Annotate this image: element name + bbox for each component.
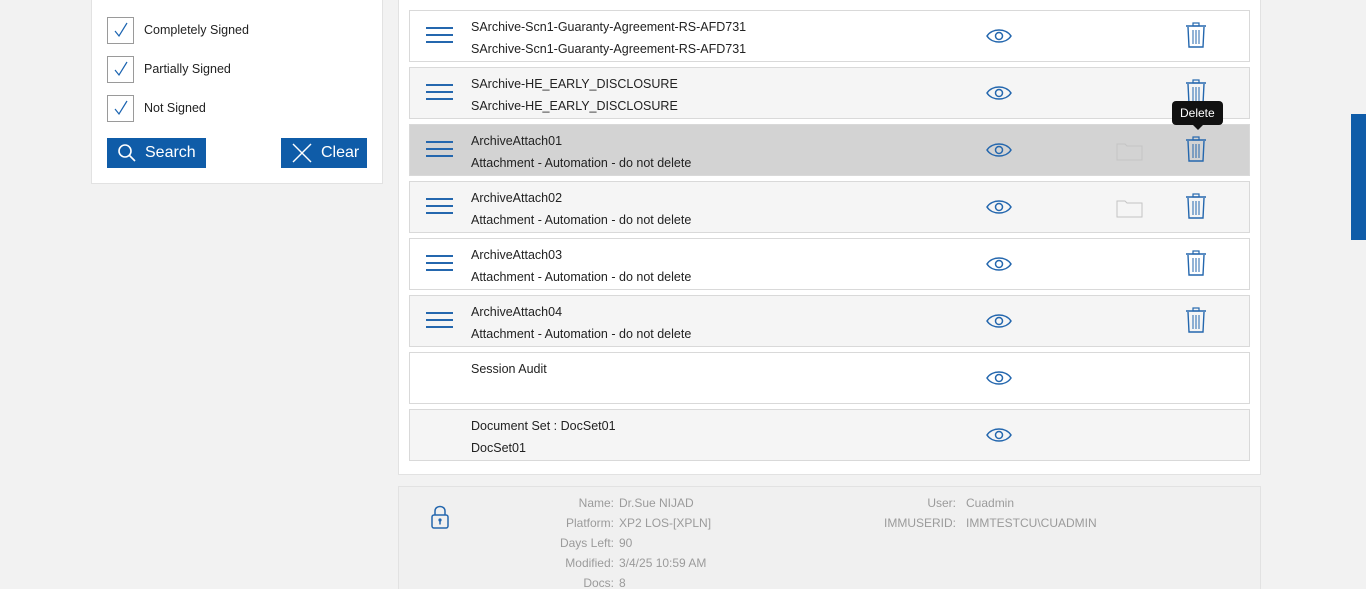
document-title: SArchive-Scn1-Guaranty-Agreement-RS-AFD7… [471,20,747,34]
document-row[interactable]: Document Set : DocSet01 DocSet01 [409,409,1250,461]
document-row[interactable]: ArchiveAttach02 Attachment - Automation … [409,181,1250,233]
document-description: Attachment - Automation - do not delete [471,156,692,170]
drag-handle-icon[interactable] [426,84,453,102]
document-description: SArchive-HE_EARLY_DISCLOSURE [471,99,678,113]
name-value: Dr.Sue NIJAD [619,496,694,510]
filter-partially-signed[interactable]: Partially Signed [107,55,231,83]
document-title: SArchive-HE_EARLY_DISCLOSURE [471,77,678,91]
search-button[interactable]: Search [107,138,206,168]
side-panel-tab[interactable] [1351,114,1366,240]
page: Completely Signed Partially Signed Not S… [0,0,1366,589]
drag-handle-icon[interactable] [426,141,453,159]
check-icon [114,61,128,77]
user-label: User: [927,496,956,510]
drag-handle-icon[interactable] [426,312,453,330]
eye-icon[interactable] [986,141,1012,159]
check-icon [114,22,128,38]
docs-value: 8 [619,576,626,589]
eye-icon[interactable] [986,369,1012,387]
signature-filter-panel: Completely Signed Partially Signed Not S… [91,0,383,184]
folder-icon[interactable] [1116,141,1143,161]
document-title: Session Audit [471,362,547,376]
folder-icon[interactable] [1116,198,1143,218]
document-list: SArchive-Scn1-Guaranty-Agreement-RS-AFD7… [398,0,1261,475]
trash-icon[interactable] [1185,22,1207,48]
drag-handle-icon[interactable] [426,27,453,45]
document-description: Attachment - Automation - do not delete [471,213,692,227]
search-button-label: Search [145,144,196,161]
immuserid-label: IMMUSERID: [884,516,956,530]
document-title: ArchiveAttach04 [471,305,563,319]
eye-icon[interactable] [986,198,1012,216]
days-left-value: 90 [619,536,633,550]
document-row[interactable]: ArchiveAttach04 Attachment - Automation … [409,295,1250,347]
checkbox-not-signed[interactable] [107,94,134,122]
filter-label: Not Signed [144,101,206,115]
document-row[interactable]: ArchiveAttach01 Attachment - Automation … [409,124,1250,176]
name-label: Name: [578,496,614,510]
document-title: ArchiveAttach01 [471,134,563,148]
session-info-panel: Name: Dr.Sue NIJAD Platform: XP2 LOS-[XP… [398,486,1261,589]
trash-icon[interactable] [1185,193,1207,219]
clear-button-label: Clear [321,144,360,161]
document-row[interactable]: SArchive-Scn1-Guaranty-Agreement-RS-AFD7… [409,10,1250,62]
immuserid-value: IMMTESTCU\CUADMIN [966,516,1097,530]
drag-handle-icon[interactable] [426,255,453,273]
eye-icon[interactable] [986,27,1012,45]
document-title: Document Set : DocSet01 [471,419,616,433]
document-title: ArchiveAttach02 [471,191,563,205]
document-row[interactable]: ArchiveAttach03 Attachment - Automation … [409,238,1250,290]
platform-value: XP2 LOS-[XPLN] [619,516,712,530]
trash-icon[interactable] [1185,250,1207,276]
document-description: Attachment - Automation - do not delete [471,327,692,341]
filter-label: Completely Signed [144,23,249,37]
checkbox-completely-signed[interactable] [107,16,134,44]
document-description: DocSet01 [471,441,526,455]
filter-completely-signed[interactable]: Completely Signed [107,16,249,44]
document-title: ArchiveAttach03 [471,248,563,262]
checkbox-partially-signed[interactable] [107,55,134,83]
platform-label: Platform: [565,516,614,530]
close-icon [292,143,312,163]
document-description: Attachment - Automation - do not delete [471,270,692,284]
document-description: SArchive-Scn1-Guaranty-Agreement-RS-AFD7… [471,42,747,56]
drag-handle-icon[interactable] [426,198,453,216]
delete-tooltip: Delete [1172,101,1223,130]
document-row[interactable]: Session Audit [409,352,1250,404]
lock-icon[interactable] [430,504,450,530]
days-left-label: Days Left: [559,536,614,550]
clear-button[interactable]: Clear [281,138,367,168]
modified-value: 3/4/25 10:59 AM [619,556,707,570]
check-icon [114,100,128,116]
trash-icon[interactable] [1185,307,1207,333]
filter-label: Partially Signed [144,62,231,76]
filter-not-signed[interactable]: Not Signed [107,94,206,122]
modified-label: Modified: [565,556,614,570]
eye-icon[interactable] [986,84,1012,102]
eye-icon[interactable] [986,312,1012,330]
docs-label: Docs: [583,576,614,589]
document-row[interactable]: SArchive-HE_EARLY_DISCLOSURE SArchive-HE… [409,67,1250,119]
trash-icon[interactable] [1185,136,1207,162]
eye-icon[interactable] [986,255,1012,273]
user-value: Cuadmin [966,496,1015,510]
eye-icon[interactable] [986,426,1012,444]
search-icon [118,144,136,162]
